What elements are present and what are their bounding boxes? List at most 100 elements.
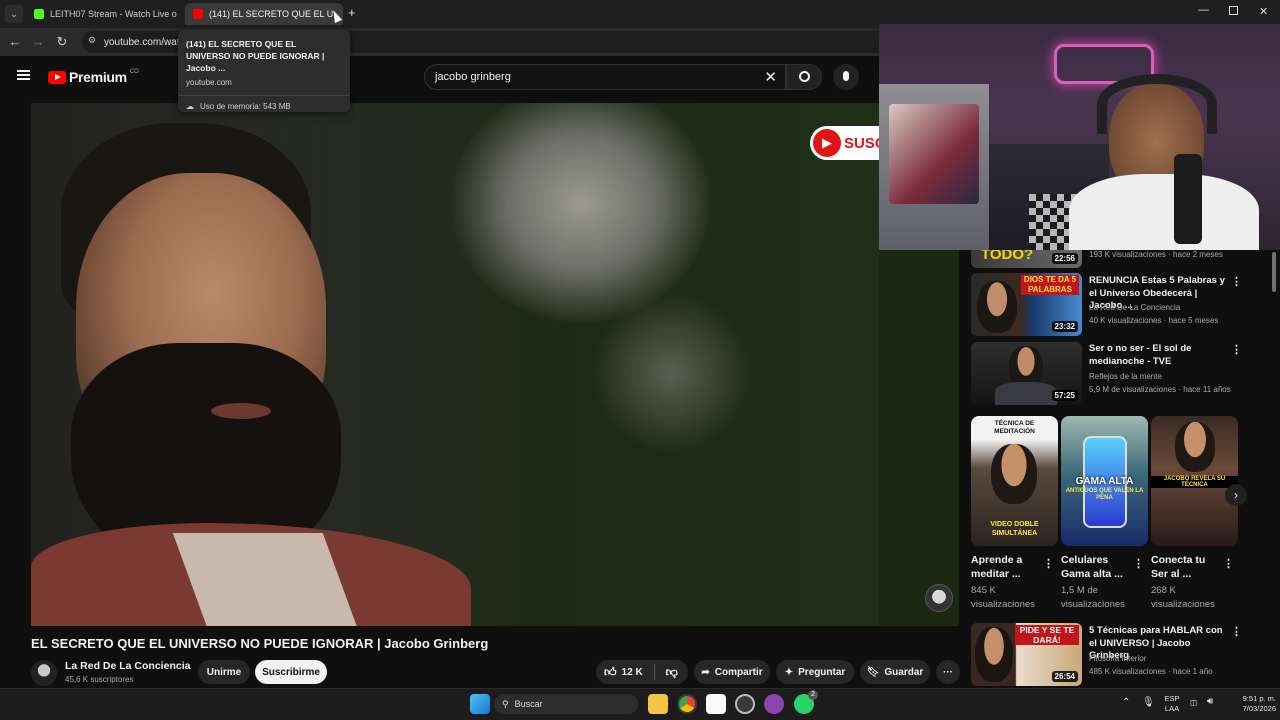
windows-taskbar bbox=[0, 688, 1280, 720]
date: 7/03/2026 bbox=[1242, 704, 1276, 713]
ask-button[interactable]: ✦ Preguntar bbox=[776, 660, 854, 684]
network-icon[interactable]: ◫ bbox=[1190, 698, 1197, 708]
new-tab-button[interactable]: + bbox=[348, 5, 356, 20]
close-window-icon[interactable]: ✕ bbox=[1259, 5, 1268, 18]
keyboard-layout: LAA bbox=[1164, 704, 1180, 713]
thumbnail-text: PIDE Y SE TE DARÁ! bbox=[1015, 625, 1079, 645]
volume-icon[interactable]: 🔊︎ bbox=[1207, 697, 1213, 707]
video-player[interactable] bbox=[31, 103, 879, 626]
play-icon: ▶ bbox=[813, 129, 841, 157]
video-player-edge bbox=[879, 250, 959, 626]
tab-label: (141) EL SECRETO QUE EL U bbox=[209, 9, 334, 19]
clear-search-icon[interactable]: ✕ bbox=[764, 68, 777, 86]
video-thumbnail[interactable]: PIDE Y SE TE DARÁ! 26:54 bbox=[971, 623, 1082, 686]
url-text: youtube.com/wat bbox=[104, 36, 180, 48]
taskbar-search[interactable]: ⚲ Buscar bbox=[494, 694, 638, 714]
back-icon[interactable]: ← bbox=[5, 32, 25, 52]
streaming-app-icon[interactable] bbox=[764, 694, 784, 714]
youtube-premium-logo[interactable]: Premium CO bbox=[48, 69, 139, 85]
file-explorer-icon[interactable] bbox=[648, 694, 668, 714]
tab-search-chevron-icon[interactable]: ⌄ bbox=[5, 5, 23, 23]
restore-icon[interactable] bbox=[1229, 6, 1238, 15]
windows-start-icon[interactable] bbox=[470, 694, 490, 714]
webcam-overlay bbox=[879, 24, 1280, 250]
video-meta: 485 K visualizaciones · hace 1 año bbox=[1089, 667, 1213, 676]
minimize-icon[interactable]: — bbox=[1198, 4, 1209, 16]
short-title[interactable]: Celulares Gama alta ... bbox=[1061, 553, 1131, 581]
channel-avatar[interactable] bbox=[31, 660, 57, 686]
join-button[interactable]: Unirme bbox=[198, 660, 250, 684]
next-shorts-button[interactable]: › bbox=[1225, 484, 1247, 506]
video-duration: 22:56 bbox=[1051, 253, 1078, 264]
channel-name[interactable]: La Red De La Conciencia bbox=[65, 660, 190, 672]
video-title[interactable]: Ser o no ser - El sol de medianoche - TV… bbox=[1089, 343, 1219, 368]
short-thumbnail[interactable]: JACOBO REVELA SU TÉCNICA bbox=[1151, 416, 1238, 546]
like-icon[interactable]: 👍︎ bbox=[604, 665, 617, 680]
channel-watermark-icon[interactable] bbox=[925, 584, 953, 612]
like-count[interactable]: 12 K bbox=[622, 667, 643, 678]
like-dislike-group: 👍︎ 12 K 👎︎ bbox=[596, 660, 688, 684]
video-title: EL SECRETO QUE EL UNIVERSO NO PUEDE IGNO… bbox=[31, 636, 489, 651]
search-button[interactable] bbox=[786, 64, 822, 90]
video-thumbnail[interactable]: 57:25 bbox=[971, 342, 1082, 405]
short-views: 1,5 M de visualizaciones bbox=[1061, 585, 1125, 610]
video-meta: 5,9 M de visualizaciones · hace 11 años bbox=[1089, 385, 1231, 394]
dislike-icon[interactable]: 👎︎ bbox=[666, 665, 678, 680]
reload-icon[interactable]: ↻ bbox=[52, 32, 72, 52]
more-options-icon[interactable]: ⋮ bbox=[1231, 343, 1242, 356]
tab-leith07[interactable]: LEITH07 Stream - Watch Live o ✕ bbox=[26, 3, 180, 25]
youtube-icon bbox=[193, 9, 203, 19]
share-button[interactable]: ➦ Compartir bbox=[694, 660, 770, 684]
tab-youtube[interactable]: (141) EL SECRETO QUE EL U 🔈 ✕ bbox=[185, 3, 343, 25]
forward-icon[interactable]: → bbox=[28, 32, 48, 52]
more-options-icon[interactable]: ⋮ bbox=[1043, 557, 1054, 570]
clock[interactable]: 9:51 p. m. 7/03/2026 bbox=[1226, 694, 1276, 714]
app-icon[interactable] bbox=[735, 694, 755, 714]
ask-label: Preguntar bbox=[798, 666, 846, 678]
site-info-icon[interactable]: ⚙ bbox=[88, 35, 96, 46]
short-title[interactable]: Conecta tu Ser al ... bbox=[1151, 553, 1221, 581]
more-icon: ··· bbox=[943, 666, 953, 678]
voice-search-icon[interactable] bbox=[833, 64, 859, 90]
short-views: 845 K visualizaciones bbox=[971, 585, 1035, 610]
share-label: Compartir bbox=[714, 666, 763, 678]
short-thumbnail[interactable]: GAMA ALTA ANTIGUOS QUE VALEN LA PENA bbox=[1061, 416, 1148, 546]
language-code: ESP bbox=[1164, 694, 1180, 703]
channel-name[interactable]: Filosofía Interior bbox=[1089, 652, 1146, 665]
microphone-icon[interactable]: 🎙︎ bbox=[1142, 698, 1155, 708]
memory-usage: ☁ Uso de memoria: 543 MB bbox=[186, 102, 342, 111]
short-top-text: JACOBO REVELA SU TÉCNICA bbox=[1151, 476, 1238, 488]
short-thumbnail[interactable]: TÉCNICA DE MEDITACIÓN VIDEO DOBLE SIMULT… bbox=[971, 416, 1058, 546]
logo-text: Premium bbox=[69, 69, 127, 85]
time: 9:51 p. m. bbox=[1242, 694, 1276, 703]
tray-expand-icon[interactable]: ⌃ bbox=[1122, 698, 1130, 708]
sparkle-icon: ✦ bbox=[784, 666, 794, 678]
sidebar-scrollbar[interactable] bbox=[1272, 252, 1276, 292]
tab-label: LEITH07 Stream - Watch Live o bbox=[50, 9, 177, 19]
video-light-blob bbox=[591, 293, 751, 453]
channel-name[interactable]: Reflejos de la mente bbox=[1089, 370, 1162, 383]
video-meta: 40 K visualizaciones · hace 5 meses bbox=[1089, 316, 1219, 325]
channel-name[interactable]: La Red De La Conciencia bbox=[1089, 301, 1180, 314]
video-duration: 57:25 bbox=[1051, 390, 1078, 401]
menu-icon[interactable] bbox=[17, 70, 30, 80]
more-options-icon[interactable]: ⋮ bbox=[1231, 625, 1242, 638]
search-icon: ⚲ bbox=[502, 698, 509, 709]
chrome-icon[interactable] bbox=[677, 694, 697, 714]
search-input[interactable]: jacobo grinberg ✕ bbox=[424, 64, 786, 90]
save-button[interactable]: 🔖︎ Guardar bbox=[860, 660, 930, 684]
short-top-text: GAMA ALTA bbox=[1075, 476, 1134, 487]
video-thumbnail[interactable]: DIOS TE DA 5 PALABRAS 23:32 bbox=[971, 273, 1082, 336]
microsoft-store-icon[interactable] bbox=[706, 694, 726, 714]
subscribe-button[interactable]: Suscribirme bbox=[255, 660, 327, 684]
more-actions-button[interactable]: ··· bbox=[936, 660, 960, 684]
more-options-icon[interactable]: ⋮ bbox=[1231, 275, 1242, 288]
memory-text: Uso de memoria: 543 MB bbox=[200, 102, 291, 111]
more-options-icon[interactable]: ⋮ bbox=[1223, 557, 1234, 570]
memory-icon: ☁ bbox=[186, 102, 194, 111]
short-title[interactable]: Aprende a meditar ... bbox=[971, 553, 1041, 581]
whatsapp-icon[interactable]: 2 bbox=[794, 690, 818, 714]
more-options-icon[interactable]: ⋮ bbox=[1133, 557, 1144, 570]
input-language[interactable]: ESP LAA bbox=[1160, 694, 1184, 714]
subscribe-overlay[interactable]: ▶ SUSC bbox=[810, 126, 880, 160]
